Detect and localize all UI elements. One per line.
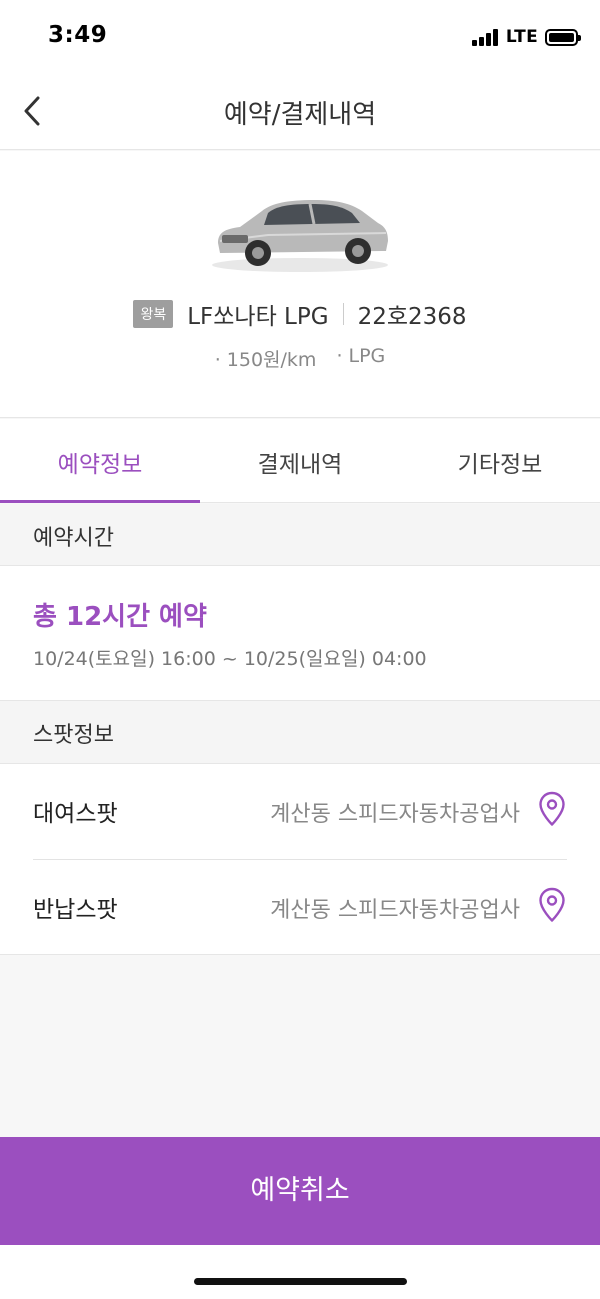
car-fuel: · LPG	[336, 345, 386, 367]
tab-other-info[interactable]: 기타정보	[400, 419, 600, 502]
rental-spot-label: 대여스팟	[33, 801, 118, 827]
header: 예약/결제내역	[0, 74, 600, 150]
reservation-range: 10/24(토요일) 16:00 ~ 10/25(일요일) 04:00	[33, 648, 427, 670]
network-label: LTE	[505, 27, 538, 47]
home-indicator[interactable]	[194, 1278, 407, 1285]
home-indicator-area	[0, 1245, 600, 1299]
return-spot-label: 반납스팟	[33, 897, 118, 923]
spot-row-return: 반납스팟 계산동 스피드자동차공업사	[0, 860, 600, 955]
car-plate: 22호2368	[357, 304, 467, 330]
tab-payment-history[interactable]: 결제내역	[200, 419, 400, 502]
rental-spot-value: 계산동 스피드자동차공업사	[270, 802, 520, 827]
battery-icon	[545, 28, 581, 46]
screen: 3:49 LTE 예약/결제내역 왕복 LF쏘나타 LPG 22호2368 · …	[0, 0, 600, 1299]
signal-icon	[471, 28, 500, 46]
section-header-spot-info: 스팟정보	[0, 701, 600, 764]
trip-type-badge: 왕복	[133, 300, 174, 328]
return-spot-value: 계산동 스피드자동차공업사	[270, 898, 520, 923]
car-model: LF쏘나타 LPG	[187, 304, 329, 330]
location-pin-icon[interactable]	[538, 887, 566, 923]
car-title-line: 왕복 LF쏘나타 LPG 22호2368	[0, 297, 600, 331]
status-bar: 3:49 LTE	[0, 0, 600, 74]
reservation-time-block: 총 12시간 예약 10/24(토요일) 16:00 ~ 10/25(일요일) …	[0, 566, 600, 701]
reservation-total: 총 12시간 예약	[33, 602, 207, 632]
spot-info-block: 대여스팟 계산동 스피드자동차공업사 반납스팟 계산동 스피드자동차공업사	[0, 764, 600, 955]
spot-row-rental: 대여스팟 계산동 스피드자동차공업사	[0, 764, 600, 860]
status-indicators: LTE	[471, 26, 581, 48]
location-pin-icon[interactable]	[538, 791, 566, 827]
tab-reservation-info[interactable]: 예약정보	[0, 419, 200, 503]
status-time: 3:49	[48, 22, 108, 48]
page-title: 예약/결제내역	[223, 100, 377, 130]
cancel-reservation-button[interactable]: 예약취소	[0, 1137, 600, 1245]
section-header-reservation-time: 예약시간	[0, 504, 600, 566]
tab-bar: 예약정보 결제내역 기타정보	[0, 419, 600, 503]
car-image	[212, 200, 388, 272]
car-price: · 150원/km	[214, 349, 317, 371]
divider	[342, 303, 344, 325]
car-info: 왕복 LF쏘나타 LPG 22호2368 · 150원/km · LPG	[0, 151, 600, 418]
car-specs: · 150원/km · LPG	[0, 345, 600, 372]
